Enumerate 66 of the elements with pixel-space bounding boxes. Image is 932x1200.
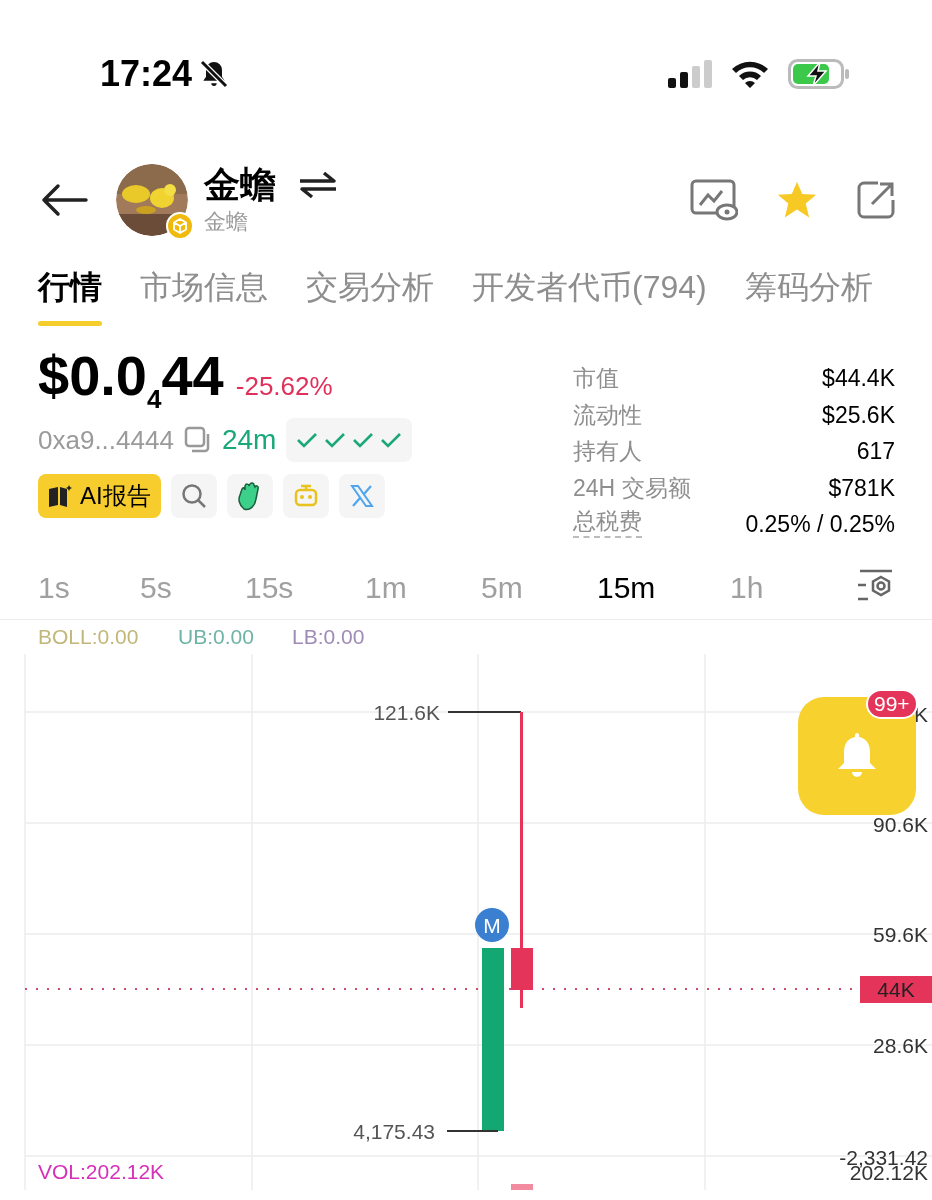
volume-bar xyxy=(511,1184,533,1190)
indicator-label: UB:0.00 xyxy=(178,625,254,648)
indicator-label: LB:0.00 xyxy=(292,625,365,648)
token-age: 24m xyxy=(221,423,277,457)
timeframe-tab[interactable]: 15s xyxy=(245,564,365,610)
token-name: 金蟾 xyxy=(204,163,276,207)
price-axis-label: 59.6K xyxy=(873,923,928,946)
volume-label: VOL:202.12K xyxy=(38,1160,165,1183)
timeframe-tab[interactable]: 15m xyxy=(597,564,730,610)
status-time: 17:24 xyxy=(100,52,193,96)
battery-charging-icon xyxy=(788,59,850,89)
search-button[interactable] xyxy=(170,474,217,518)
current-price-label: 44K xyxy=(877,978,915,1001)
search-icon xyxy=(180,483,207,509)
stat-value: $44.4K xyxy=(822,364,895,393)
stat-label: 总税费 xyxy=(573,506,642,538)
chart-eye-icon[interactable] xyxy=(690,179,738,221)
check-icon xyxy=(296,431,319,449)
token-subtitle: 金蟾 xyxy=(204,208,249,236)
x-logo-icon xyxy=(349,484,374,508)
indicator-label: BOLL:0.00 xyxy=(38,625,139,648)
contract-address: 0xa9...4444 xyxy=(38,423,174,457)
timeframe-tab[interactable]: 1m xyxy=(365,564,481,610)
back-arrow-icon[interactable] xyxy=(40,183,88,217)
check-icon xyxy=(380,431,403,449)
stat-value: 617 xyxy=(856,437,895,466)
wifi-icon xyxy=(730,59,770,89)
robot-icon xyxy=(292,484,319,508)
timeframe-tab[interactable]: 1s xyxy=(38,564,140,610)
low-leader-line xyxy=(446,1130,499,1132)
stat-label: 持有人 xyxy=(573,437,642,466)
swap-icon[interactable] xyxy=(298,171,338,199)
timeframe-tab[interactable]: 1h xyxy=(730,564,830,610)
current-price-tag xyxy=(860,976,932,1003)
signal-icon xyxy=(668,60,712,88)
price-axis-label: 28.6K xyxy=(873,1034,928,1057)
book-icon xyxy=(48,485,72,507)
star-icon[interactable] xyxy=(776,180,818,220)
wave-hand-button[interactable] xyxy=(226,474,273,518)
price-axis-label: 90.6K xyxy=(873,813,928,836)
trade-marker: M xyxy=(475,908,509,942)
timeframe-tab[interactable]: 5s xyxy=(140,564,245,610)
high-price-label: 121.6K xyxy=(373,701,440,724)
tab[interactable]: 市场信息 xyxy=(140,265,268,309)
tab[interactable]: 开发者代币(794) xyxy=(472,265,707,309)
stat-value: 0.25% / 0.25% xyxy=(745,510,895,539)
price-change: -25.62% xyxy=(235,370,333,403)
low-price-label: 4,175.43 xyxy=(353,1120,435,1143)
x-button[interactable] xyxy=(338,474,385,518)
tab[interactable]: 筹码分析 xyxy=(744,265,873,309)
check-icon xyxy=(352,431,375,449)
ai-report-button[interactable]: AI报告 xyxy=(38,474,161,518)
alert-button[interactable] xyxy=(798,697,916,815)
token-price: $0.0$_{4}$44 xyxy=(38,344,224,408)
stat-value: $781K xyxy=(828,473,895,503)
chain-badge-icon xyxy=(166,212,194,240)
stat-label: 市值 xyxy=(573,364,619,393)
copy-icon[interactable] xyxy=(183,426,212,454)
tab[interactable]: 交易分析 xyxy=(306,265,434,309)
share-icon[interactable] xyxy=(856,180,896,220)
stat-value: $25.6K xyxy=(822,400,895,430)
stat-label: 24H 交易额 xyxy=(573,473,691,503)
check-icon xyxy=(324,431,347,449)
tab[interactable]: 行情 xyxy=(38,265,102,326)
timeframe-tab[interactable]: 5m xyxy=(481,564,597,610)
stat-label: 流动性 xyxy=(573,400,642,430)
